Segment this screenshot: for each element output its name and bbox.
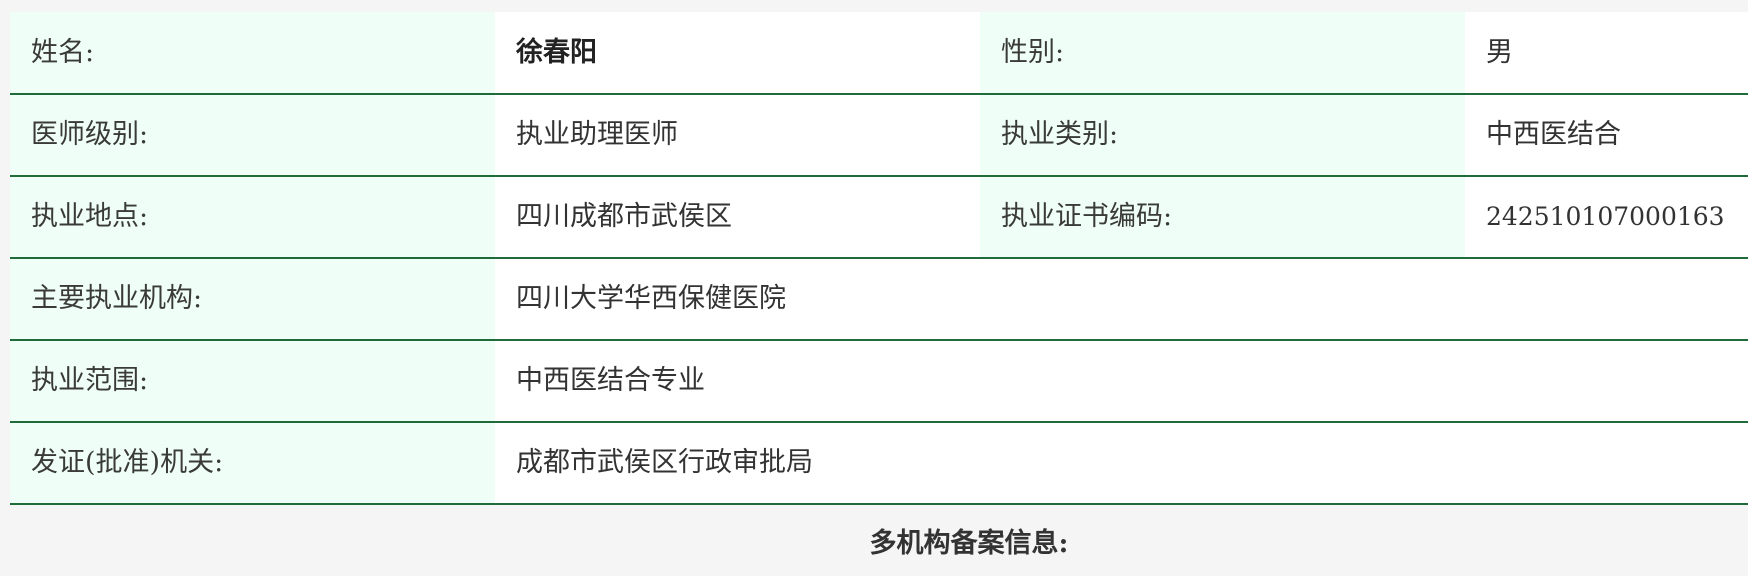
institution-label: 主要执业机构: — [10, 258, 495, 341]
name-label: 姓名: — [10, 12, 495, 95]
location-label: 执业地点: — [10, 176, 495, 259]
gender-value: 男 — [1465, 12, 1748, 95]
table-row: 主要执业机构: 四川大学华西保健医院 — [10, 258, 1748, 341]
multi-institution-section-title: 多机构备案信息: — [869, 528, 1069, 559]
scope-value: 中西医结合专业 — [495, 340, 1748, 423]
gender-label: 性别: — [980, 12, 1465, 95]
level-label: 医师级别: — [10, 94, 495, 177]
table-row: 执业地点: 四川成都市武侯区 执业证书编码: 242510107000163 — [10, 176, 1748, 259]
doctor-info-page: 姓名: 徐春阳 性别: 男 医师级别: 执业助理医师 执业类别: 中西医结合 执… — [0, 0, 1748, 576]
authority-label: 发证(批准)机关: — [10, 422, 495, 505]
authority-value: 成都市武侯区行政审批局 — [495, 422, 1748, 505]
category-label: 执业类别: — [980, 94, 1465, 177]
institution-value: 四川大学华西保健医院 — [495, 258, 1748, 341]
scope-label: 执业范围: — [10, 340, 495, 423]
table-row: 医师级别: 执业助理医师 执业类别: 中西医结合 — [10, 94, 1748, 177]
level-value: 执业助理医师 — [495, 94, 980, 177]
table-row: 执业范围: 中西医结合专业 — [10, 340, 1748, 423]
location-value: 四川成都市武侯区 — [495, 176, 980, 259]
cert-number-value: 242510107000163 — [1465, 176, 1748, 259]
name-value: 徐春阳 — [495, 12, 980, 95]
doctor-info-table: 姓名: 徐春阳 性别: 男 医师级别: 执业助理医师 执业类别: 中西医结合 执… — [10, 12, 1748, 505]
table-row: 姓名: 徐春阳 性别: 男 — [10, 12, 1748, 95]
category-value: 中西医结合 — [1465, 94, 1748, 177]
table-row: 发证(批准)机关: 成都市武侯区行政审批局 — [10, 422, 1748, 505]
cert-number-label: 执业证书编码: — [980, 176, 1465, 259]
